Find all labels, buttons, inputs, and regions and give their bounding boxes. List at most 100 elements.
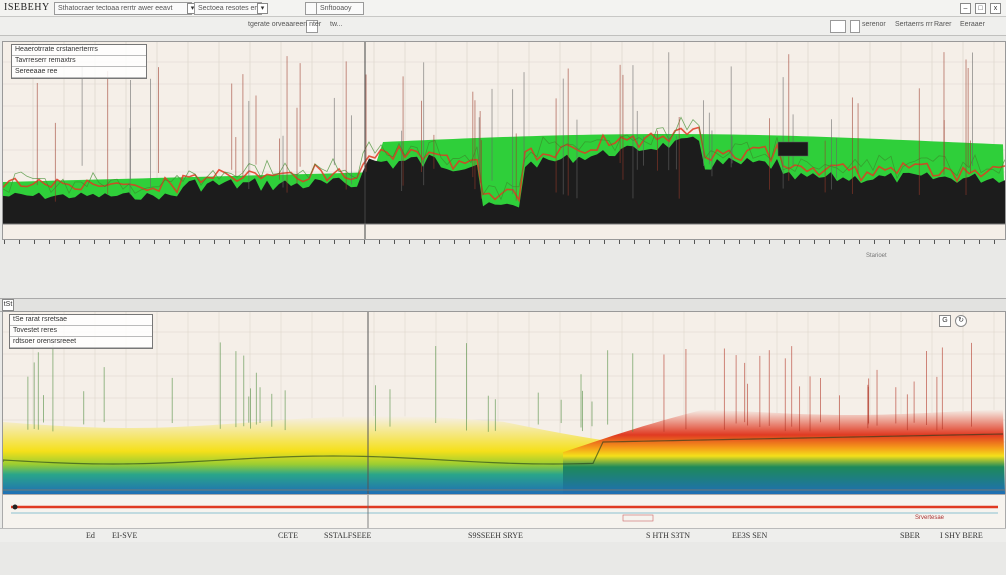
toolbar-label-1: serenor bbox=[862, 21, 886, 28]
axis-tick bbox=[589, 240, 590, 244]
title-bar: ISEBEHY Sthatocraer tectoaa rerrtr awer … bbox=[0, 0, 1006, 17]
toolbar-status: tw... bbox=[330, 21, 343, 28]
status-item: S9SSEEH SRYE bbox=[468, 531, 523, 540]
timeline-start-marker bbox=[12, 504, 18, 510]
axis-tick bbox=[274, 240, 275, 244]
overlay-row[interactable]: rdtsoer orensrsreeet bbox=[10, 337, 152, 348]
overlay-row: Tovestet reres bbox=[10, 326, 152, 337]
axis-tick bbox=[184, 240, 185, 244]
toolbar: tgerate orveaareen nter tw... serenor Se… bbox=[0, 17, 1006, 36]
minimize-button[interactable]: – bbox=[960, 3, 971, 14]
axis-tick bbox=[154, 240, 155, 244]
axis-tick bbox=[424, 240, 425, 244]
status-item: Ed bbox=[86, 531, 95, 540]
axis-tick bbox=[169, 240, 170, 244]
axis-tick bbox=[439, 240, 440, 244]
axis-tick bbox=[859, 240, 860, 244]
axis-tick bbox=[889, 240, 890, 244]
toolbar-field-b[interactable] bbox=[850, 20, 860, 33]
toolbar-label-2: Sertaerrs rrr bbox=[895, 21, 933, 28]
axis-tick bbox=[334, 240, 335, 244]
axis-tick bbox=[289, 240, 290, 244]
upper-plot-panel[interactable]: Heaerotrrate crstanerterrrs Tavrreserr r… bbox=[2, 41, 1006, 240]
red-band bbox=[563, 409, 1005, 494]
status-item: EE3S SEN bbox=[732, 531, 768, 540]
toolbar-label-3: Rarer bbox=[934, 21, 952, 28]
chevron-down-icon[interactable]: ▾ bbox=[257, 3, 268, 14]
overlay-row: Tavrreserr remaxtrs bbox=[12, 56, 146, 67]
status-item: EI-SVE bbox=[112, 531, 138, 540]
axis-tick bbox=[904, 240, 905, 244]
axis-tick bbox=[304, 240, 305, 244]
axis-tick bbox=[874, 240, 875, 244]
axis-tick bbox=[994, 240, 995, 244]
panel-separator[interactable]: tSt bbox=[0, 298, 1006, 312]
lower-spectrum-plot[interactable] bbox=[3, 312, 1005, 494]
axis-tick bbox=[394, 240, 395, 244]
menu-dropdown-tertiary[interactable]: Snftooaoy bbox=[316, 2, 364, 15]
axis-tick bbox=[649, 240, 650, 244]
toolbar-label-4: Eeraaer bbox=[960, 21, 985, 28]
timeline-strip[interactable]: Srvertesae bbox=[2, 494, 1006, 530]
app-title: ISEBEHY bbox=[4, 2, 50, 13]
axis-tick bbox=[739, 240, 740, 244]
axis-tick bbox=[829, 240, 830, 244]
axis-tick bbox=[364, 240, 365, 244]
upper-spectrum-plot[interactable] bbox=[3, 42, 1005, 239]
axis-tick bbox=[94, 240, 95, 244]
axis-tick bbox=[409, 240, 410, 244]
lower-info-overlay: tSe rarat rsretsae Tovestet reres rdtsoe… bbox=[9, 314, 153, 349]
menu-dropdown-main[interactable]: Sthatocraer tectoaa rerrtr awer eeavt bbox=[54, 2, 192, 15]
refresh-icon[interactable]: ↻ bbox=[955, 315, 967, 327]
axis-tick bbox=[109, 240, 110, 244]
panel-settings-button[interactable]: G bbox=[939, 315, 951, 327]
close-button[interactable]: x bbox=[990, 3, 1001, 14]
axis-tick bbox=[814, 240, 815, 244]
axis-tick bbox=[499, 240, 500, 244]
axis-tick bbox=[514, 240, 515, 244]
axis-tick bbox=[484, 240, 485, 244]
marker-box bbox=[777, 141, 809, 157]
timeline-note: Srvertesae bbox=[915, 515, 945, 521]
axis-tick bbox=[319, 240, 320, 244]
axis-tick bbox=[679, 240, 680, 244]
status-item: CETE bbox=[278, 531, 298, 540]
axis-tick bbox=[559, 240, 560, 244]
toolbar-field-a[interactable] bbox=[830, 20, 846, 33]
axis-tick bbox=[349, 240, 350, 244]
yellow-band bbox=[3, 416, 643, 494]
axis-tick bbox=[79, 240, 80, 244]
axis-tick bbox=[529, 240, 530, 244]
maximize-button[interactable]: □ bbox=[975, 3, 986, 14]
menu-dropdown-secondary[interactable]: Sectoea resotes emtt bbox=[194, 2, 262, 15]
axis-tick bbox=[34, 240, 35, 244]
axis-tick bbox=[919, 240, 920, 244]
axis-tick bbox=[754, 240, 755, 244]
axis-tick bbox=[619, 240, 620, 244]
axis-tick bbox=[244, 240, 245, 244]
timeline-selection bbox=[622, 514, 654, 522]
axis-tick bbox=[544, 240, 545, 244]
axis-tick bbox=[604, 240, 605, 244]
upper-time-axis bbox=[4, 240, 1002, 250]
axis-tick bbox=[4, 240, 5, 244]
axis-tick bbox=[469, 240, 470, 244]
axis-tick bbox=[19, 240, 20, 244]
axis-tick bbox=[574, 240, 575, 244]
axis-tick bbox=[844, 240, 845, 244]
panel-tab[interactable]: tSt bbox=[2, 299, 14, 311]
toolbar-description: tgerate orveaareen nter bbox=[248, 21, 322, 28]
axis-tick bbox=[709, 240, 710, 244]
overlay-row[interactable]: Sereeaae ree bbox=[12, 67, 146, 78]
axis-tick bbox=[124, 240, 125, 244]
axis-tick bbox=[769, 240, 770, 244]
axis-tick bbox=[784, 240, 785, 244]
axis-tick bbox=[259, 240, 260, 244]
axis-tick bbox=[799, 240, 800, 244]
timeline-track[interactable] bbox=[3, 495, 1005, 529]
axis-tick bbox=[694, 240, 695, 244]
axis-tick bbox=[139, 240, 140, 244]
lower-plot-panel[interactable]: tSe rarat rsretsae Tovestet reres rdtsoe… bbox=[2, 311, 1006, 495]
axis-tick bbox=[664, 240, 665, 244]
axis-tick bbox=[229, 240, 230, 244]
